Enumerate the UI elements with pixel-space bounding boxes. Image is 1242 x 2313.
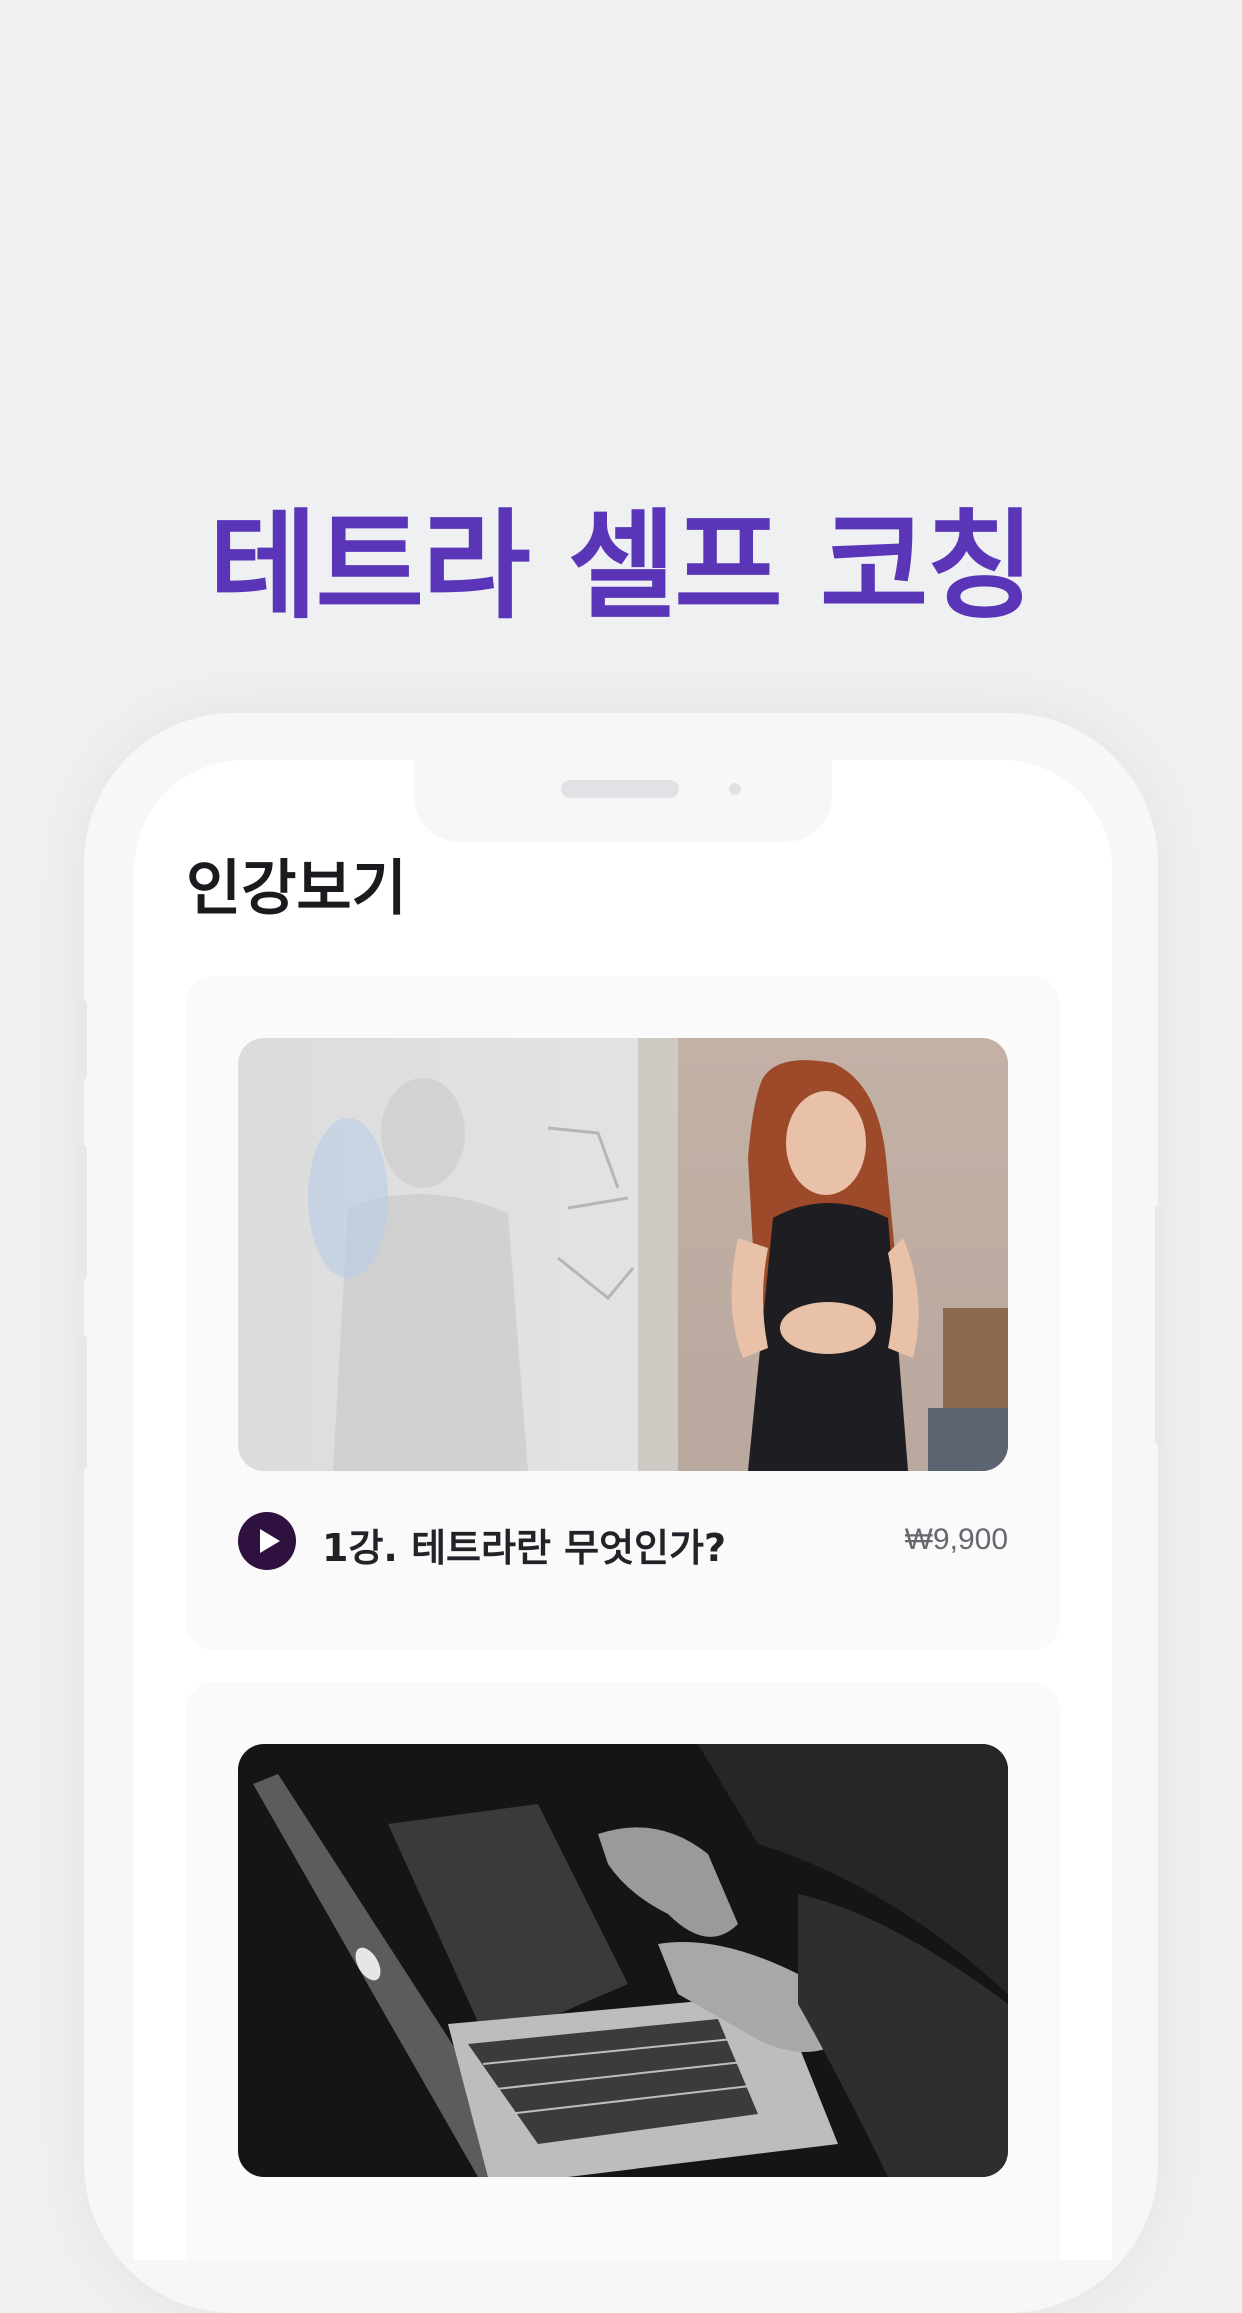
phone-side-button: [77, 1145, 87, 1280]
lesson-card[interactable]: 1강. 테트라란 무엇인가? ₩9,900: [186, 976, 1060, 1650]
speaker-grille: [561, 780, 679, 798]
phone-side-button: [1155, 1205, 1165, 1445]
lesson-price: ₩9,900: [904, 1523, 1008, 1556]
lesson-thumbnail[interactable]: [238, 1744, 1008, 2177]
lesson-title: 1강. 테트라란 무엇인가?: [322, 1526, 727, 1570]
phone-screen: 인강보기 1강. 테트라란 무엇인가? ₩9,900: [134, 760, 1112, 2260]
play-icon[interactable]: [238, 1512, 296, 1570]
page-title: 인강보기: [186, 854, 407, 924]
phone-side-button: [77, 1000, 87, 1080]
lesson-meta-row: 1강. 테트라란 무엇인가? ₩9,900: [238, 1511, 1008, 1571]
lesson-thumbnail[interactable]: [238, 1038, 1008, 1471]
promo-headline: 테트라 셀프 코칭: [208, 497, 1035, 635]
front-camera: [729, 783, 741, 795]
phone-side-button: [77, 1335, 87, 1470]
lesson-card[interactable]: [186, 1682, 1060, 2260]
phone-notch: [414, 760, 832, 842]
